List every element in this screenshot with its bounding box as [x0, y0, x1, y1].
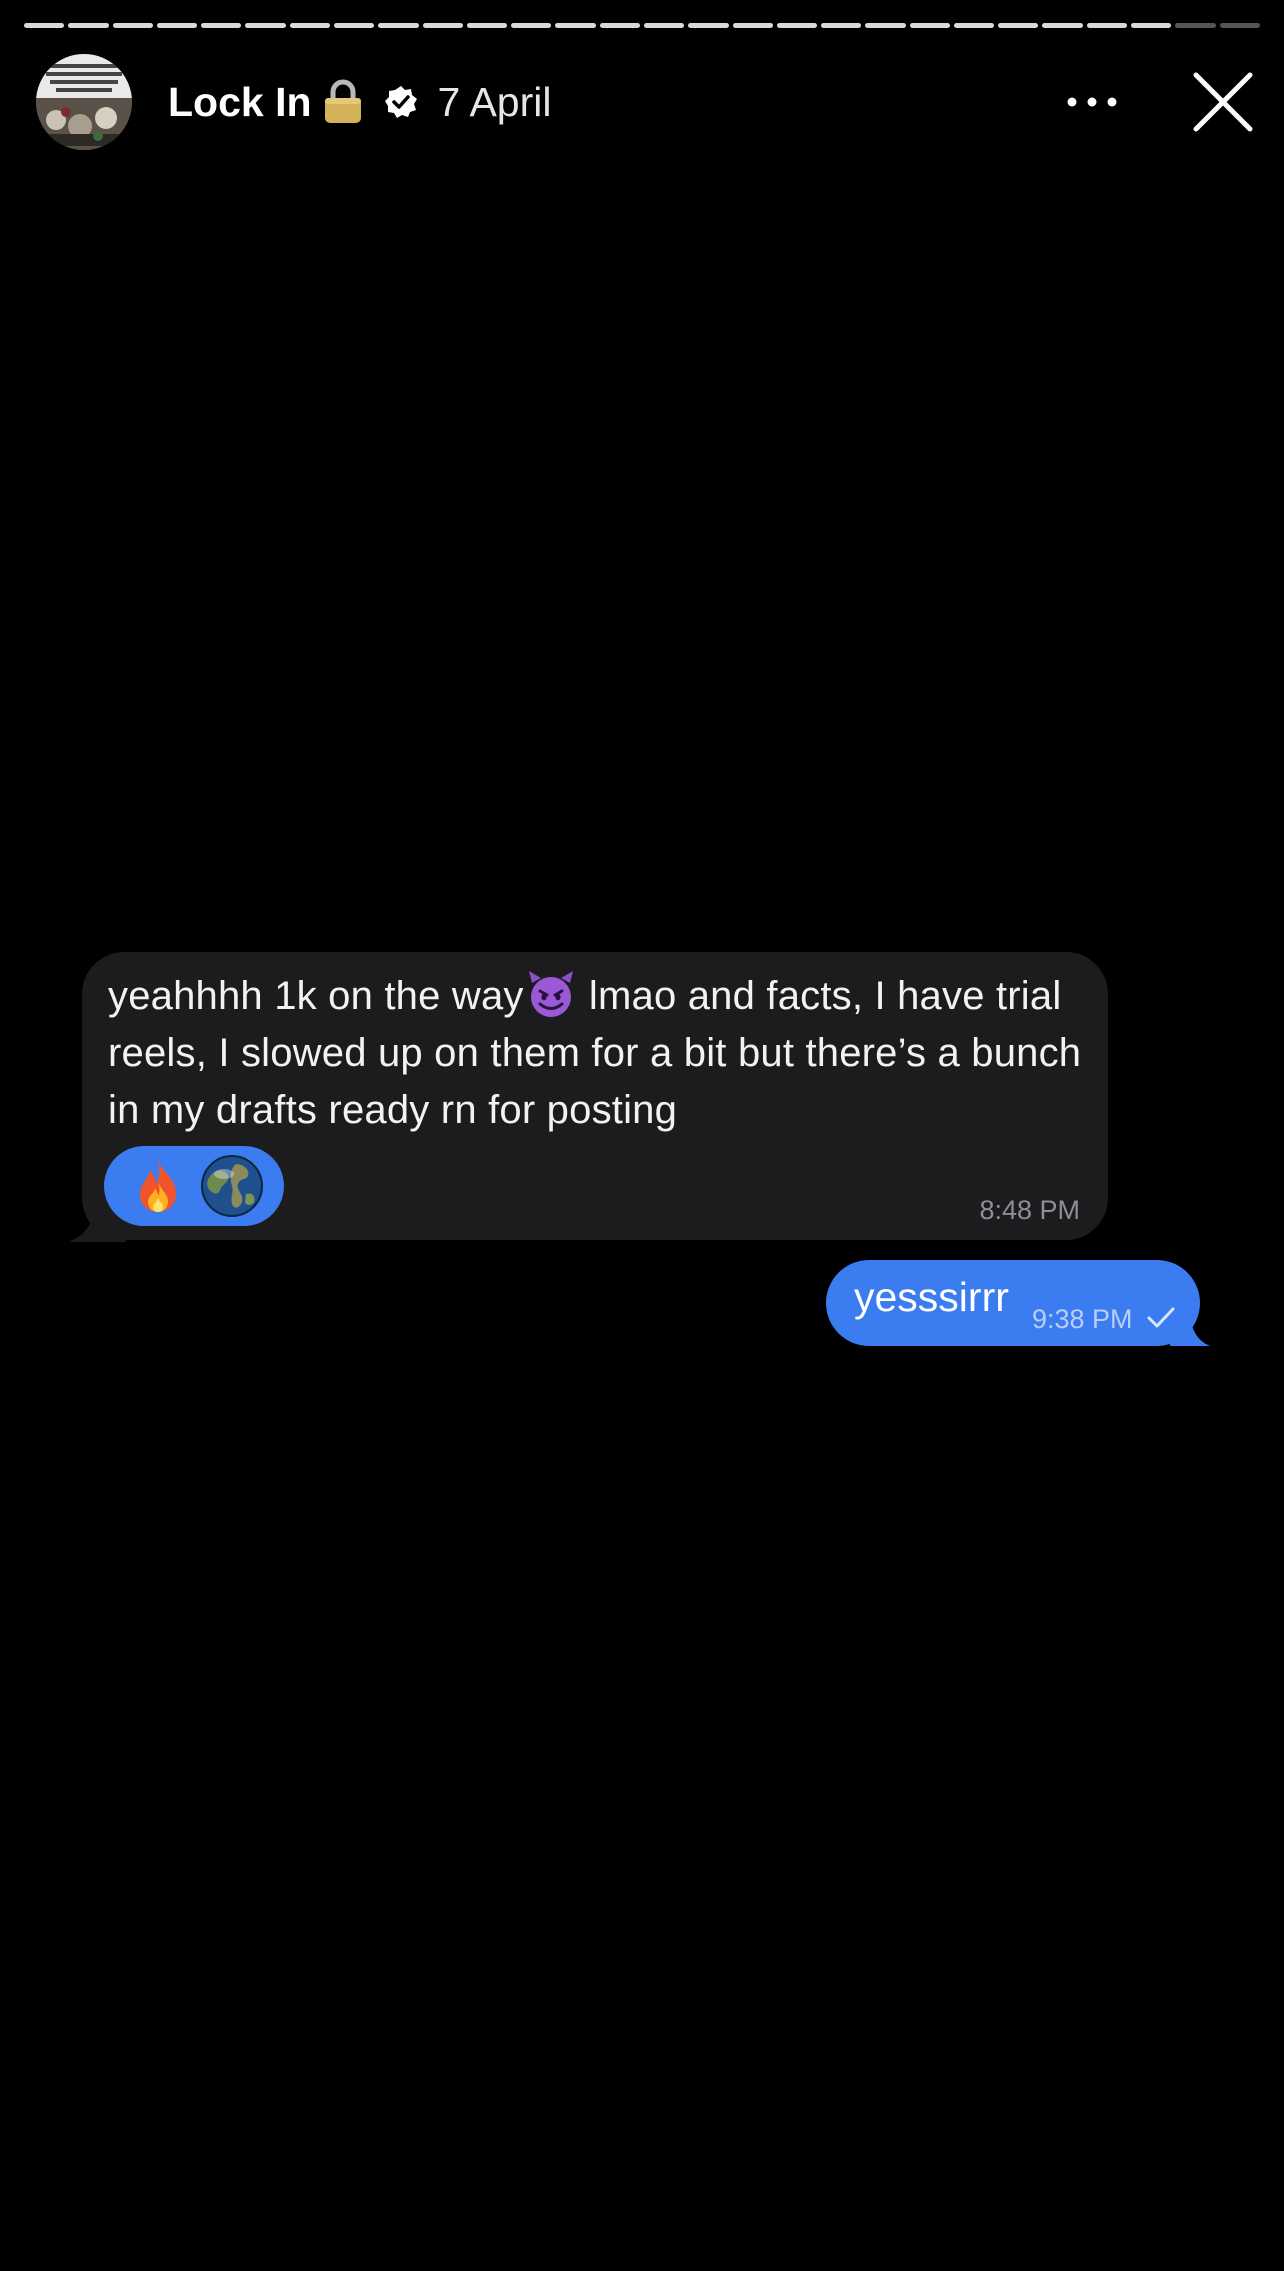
- progress-segment: [688, 23, 729, 28]
- sent-message-text: yesssirrr: [854, 1274, 1009, 1320]
- more-dots-icon[interactable]: [1064, 92, 1120, 112]
- progress-segment: [1086, 23, 1128, 28]
- progress-segment: [1175, 23, 1216, 28]
- progress-segment: [821, 23, 862, 28]
- progress-segment: [732, 23, 773, 28]
- progress-segment: [24, 23, 65, 28]
- received-message-time: 8:48 PM: [979, 1195, 1080, 1225]
- close-icon[interactable]: [1192, 71, 1254, 133]
- sent-message-bubble[interactable]: yesssirrr 9:38 PM: [826, 1260, 1200, 1346]
- received-message-bubble[interactable]: yeahhhh 1k on the way lmao and facts, I …: [82, 952, 1108, 1240]
- reactions-pill[interactable]: [104, 1146, 284, 1226]
- story-progress-bar: [24, 23, 1260, 28]
- progress-segment: [245, 23, 286, 28]
- fire-emoji: [140, 1160, 176, 1212]
- progress-segment: [998, 23, 1039, 28]
- progress-segment: [865, 23, 906, 28]
- progress-segment: [422, 23, 463, 28]
- sent-message-time: 9:38 PM: [1032, 1304, 1133, 1334]
- progress-segment: [112, 23, 153, 28]
- globe-emoji: [201, 1155, 263, 1217]
- lock-icon: [324, 79, 361, 123]
- received-message-text: yeahhhh 1k on the way lmao and facts, I …: [108, 968, 1098, 1139]
- progress-segment: [909, 23, 950, 28]
- username[interactable]: Lock In: [168, 79, 312, 126]
- received-text-part-1: yeahhhh 1k on the way: [108, 974, 524, 1018]
- progress-segment: [333, 23, 375, 28]
- profile-avatar[interactable]: [36, 54, 132, 150]
- progress-segment: [776, 23, 818, 28]
- progress-segment: [201, 23, 242, 28]
- story-header: Lock In 7 April: [36, 54, 1254, 150]
- progress-segment: [1042, 23, 1083, 28]
- progress-segment: [378, 23, 419, 28]
- verified-badge-icon: [384, 86, 417, 118]
- progress-segment: [511, 23, 552, 28]
- progress-segment: [289, 23, 330, 28]
- progress-segment: [466, 23, 508, 28]
- check-icon: [1147, 1307, 1175, 1328]
- post-date: 7 April: [437, 78, 552, 125]
- progress-segment: [599, 23, 640, 28]
- progress-segment: [1219, 23, 1260, 28]
- progress-segment: [1131, 23, 1172, 28]
- progress-segment: [156, 23, 198, 28]
- progress-segment: [68, 23, 109, 28]
- progress-segment: [643, 23, 685, 28]
- progress-segment: [555, 23, 596, 28]
- smiling-devil-emoji: [528, 971, 573, 1017]
- avatar-image: [36, 54, 132, 150]
- progress-segment: [953, 23, 995, 28]
